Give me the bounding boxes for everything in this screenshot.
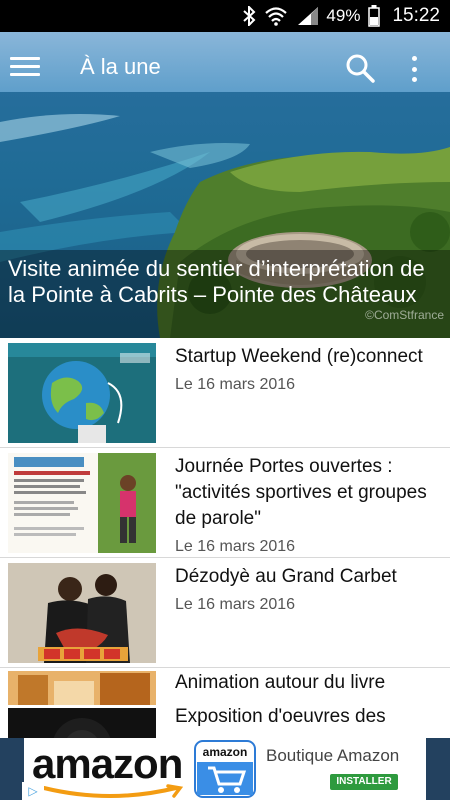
thumbnail — [8, 343, 156, 443]
amazon-smile-icon — [42, 784, 184, 798]
news-title: Startup Weekend (re)connect — [175, 346, 423, 367]
news-date: Le 16 mars 2016 — [175, 376, 296, 393]
install-button[interactable]: INSTALLER — [330, 774, 398, 790]
news-text: Journée Portes ouvertes : "activités spo… — [175, 454, 444, 556]
news-title: Animation autour du livre — [175, 672, 386, 693]
news-text: Dézodyè au Grand Carbet Le 16 mars 2016 — [175, 564, 444, 614]
amazon-app-icon[interactable]: amazon — [194, 740, 256, 798]
list-item[interactable]: Exposition d'oeuvres des — [0, 706, 450, 738]
search-icon[interactable] — [344, 52, 376, 84]
bluetooth-icon — [242, 6, 256, 26]
news-title: Journée Portes ouvertes : "activités spo… — [175, 456, 427, 529]
adchoices-icon[interactable]: ▷ — [22, 782, 44, 800]
featured-title: Visite animée du sentier d’interprétatio… — [8, 256, 425, 307]
battery-icon — [368, 5, 381, 27]
thumbnail — [8, 563, 156, 663]
news-text: Exposition d'oeuvres des — [175, 704, 444, 730]
amazon-app-brand: amazon — [203, 745, 248, 759]
status-bar: 49% 15:22 — [0, 0, 450, 32]
more-vert-icon[interactable] — [404, 54, 424, 84]
image-watermark: ©ComStfrance — [365, 308, 444, 322]
ad-app-label: Boutique Amazon — [266, 746, 400, 765]
thumbnail — [8, 671, 156, 705]
featured-caption: Visite animée du sentier d’interprétatio… — [0, 250, 450, 338]
list-item[interactable]: Animation autour du livre — [0, 668, 450, 708]
page-title: À la une — [80, 54, 161, 79]
news-date: Le 16 mars 2016 — [175, 538, 296, 555]
thumbnail — [8, 708, 156, 738]
news-title: Dézodyè au Grand Carbet — [175, 566, 397, 587]
news-date: Le 16 mars 2016 — [175, 596, 296, 613]
wifi-icon — [264, 6, 288, 26]
thumbnail — [8, 453, 156, 553]
news-list[interactable]: Startup Weekend (re)connect Le 16 mars 2… — [0, 338, 450, 738]
amazon-logo: amazon — [32, 740, 183, 787]
news-text: Animation autour du livre — [175, 670, 444, 696]
signal-icon — [296, 6, 320, 26]
list-item[interactable]: Dézodyè au Grand Carbet Le 16 mars 2016 — [0, 558, 450, 668]
featured-article[interactable]: À la une Visite animée du sentier d’inte… — [0, 32, 450, 338]
menu-icon[interactable] — [10, 54, 40, 80]
list-item[interactable]: Startup Weekend (re)connect Le 16 mars 2… — [0, 338, 450, 448]
news-title: Exposition d'oeuvres des — [175, 706, 386, 727]
ad-banner[interactable]: amazon amazon Boutique Amazon INSTALLER … — [0, 738, 450, 800]
battery-level: 49% — [326, 6, 361, 25]
news-text: Startup Weekend (re)connect Le 16 mars 2… — [175, 344, 444, 394]
app-bar: À la une — [0, 32, 450, 104]
clock: 15:22 — [392, 5, 440, 26]
list-item[interactable]: Journée Portes ouvertes : "activités spo… — [0, 448, 450, 558]
